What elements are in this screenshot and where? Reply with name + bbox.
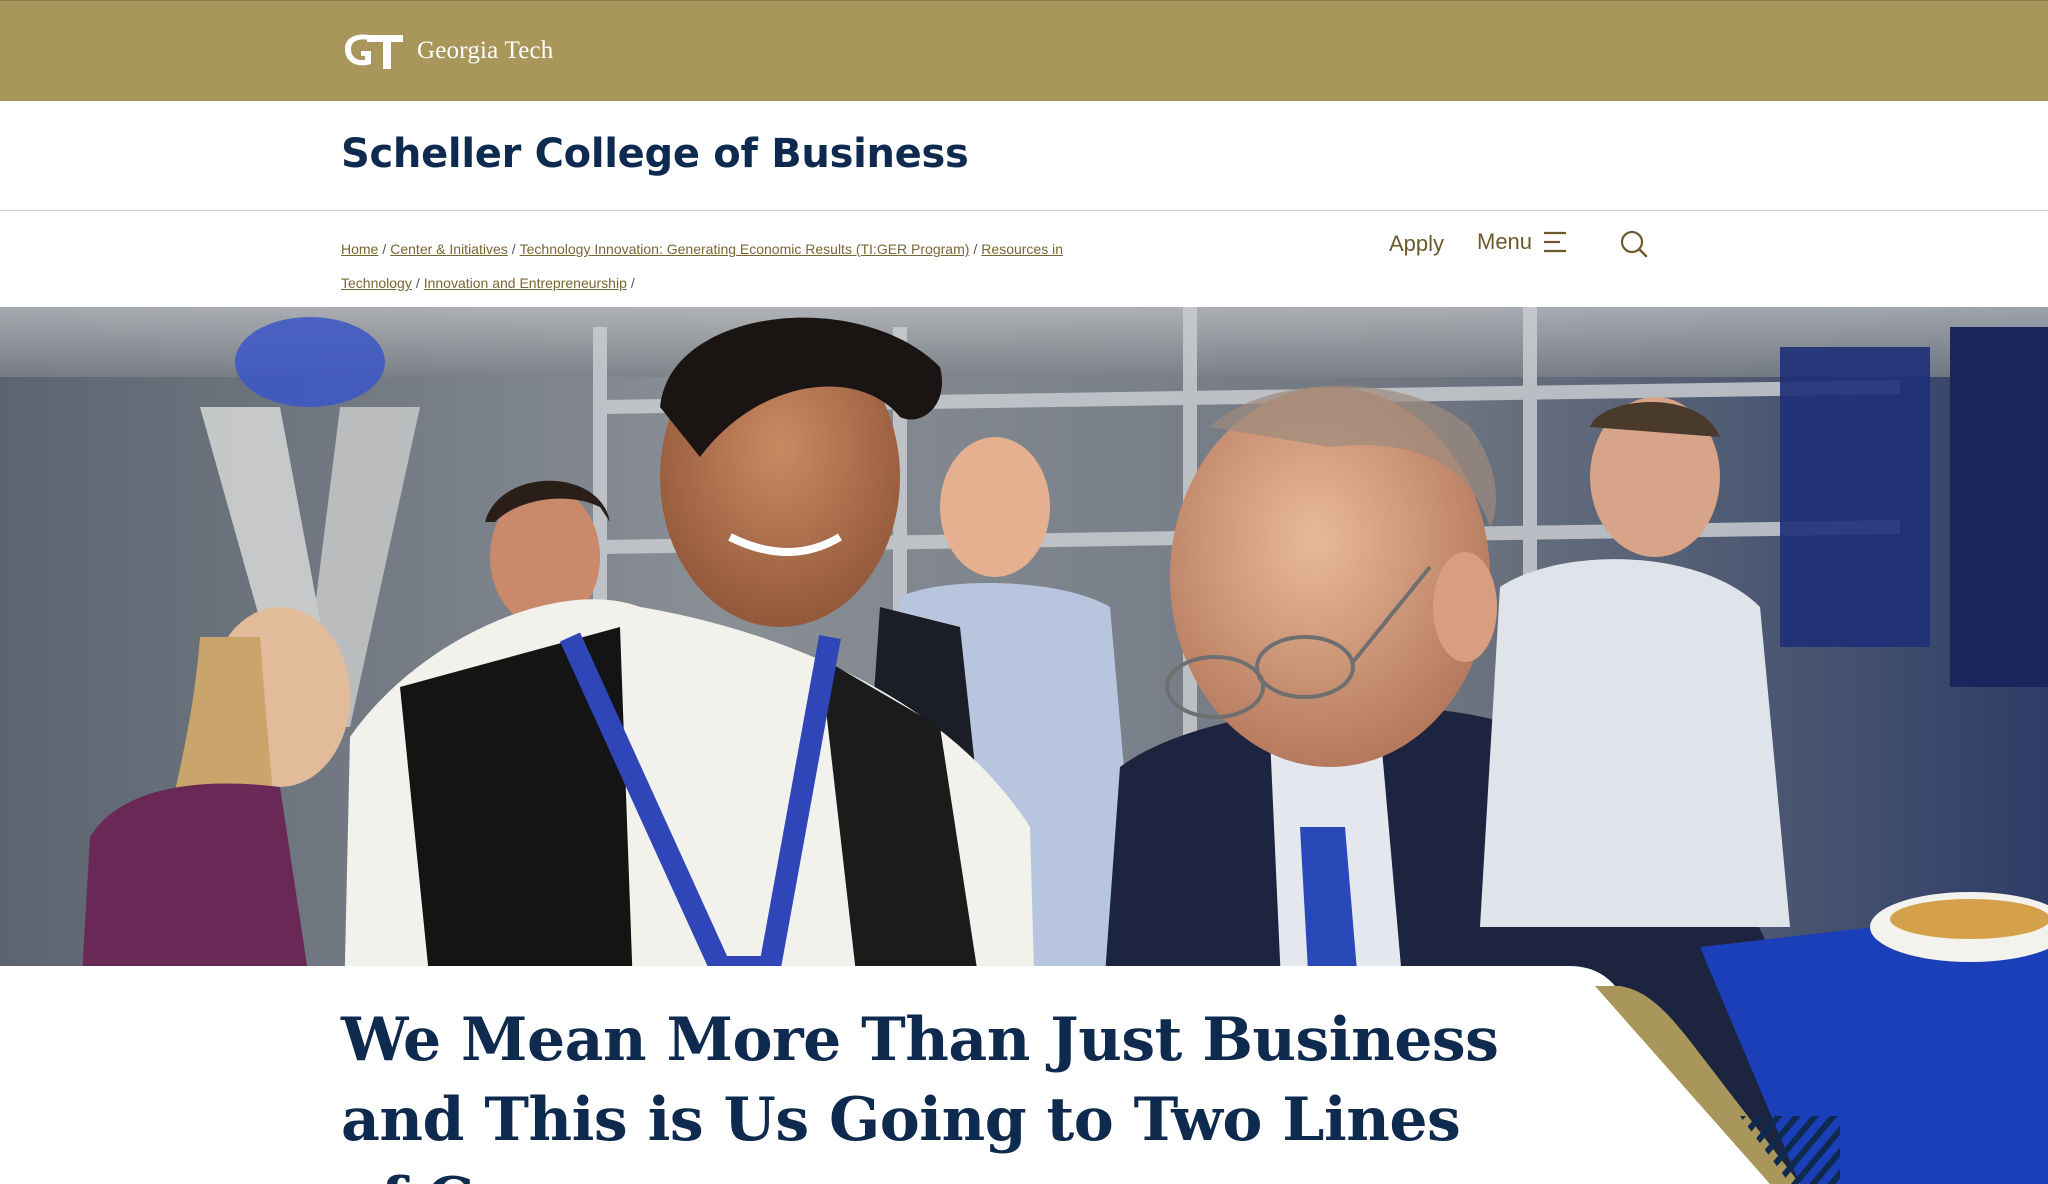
gt-wordmark: Georgia Tech [417,37,554,64]
breadcrumb: Home / Center & Initiatives / Technology Inn… [341,232,1101,300]
search-button[interactable] [1619,229,1649,259]
breadcrumb-tiger[interactable]: Technology Innovation: Generating Econom… [520,241,970,257]
breadcrumb-separator: / [415,275,420,291]
menu-label: Menu [1477,229,1533,254]
site-title-bar: Scheller College of Business [0,101,2048,211]
secondary-nav-row: Home / Center & Initiatives / Technology Inn… [0,211,2048,307]
site-title[interactable]: Scheller College of Business [341,131,969,177]
breadcrumb-separator: / [630,275,635,291]
gt-monogram-icon [341,29,405,73]
breadcrumb-separator: / [511,241,516,257]
hamburger-icon [1542,229,1568,255]
breadcrumb-separator: / [973,241,978,257]
breadcrumb-separator: / [382,241,387,257]
breadcrumb-innovation[interactable]: Innovation and Entrepreneurship [424,275,627,291]
menu-button[interactable]: Menu [1477,229,1568,255]
gt-logo-link[interactable]: Georgia Tech [341,29,553,73]
breadcrumb-home[interactable]: Home [341,241,378,257]
gt-global-header: Georgia Tech [0,0,2048,101]
apply-link[interactable]: Apply [1389,231,1444,257]
hero-headline: We Mean More Than Just Business and This… [341,1005,1499,1184]
breadcrumb-centers[interactable]: Center & Initiatives [390,241,508,257]
search-icon [1619,229,1649,259]
